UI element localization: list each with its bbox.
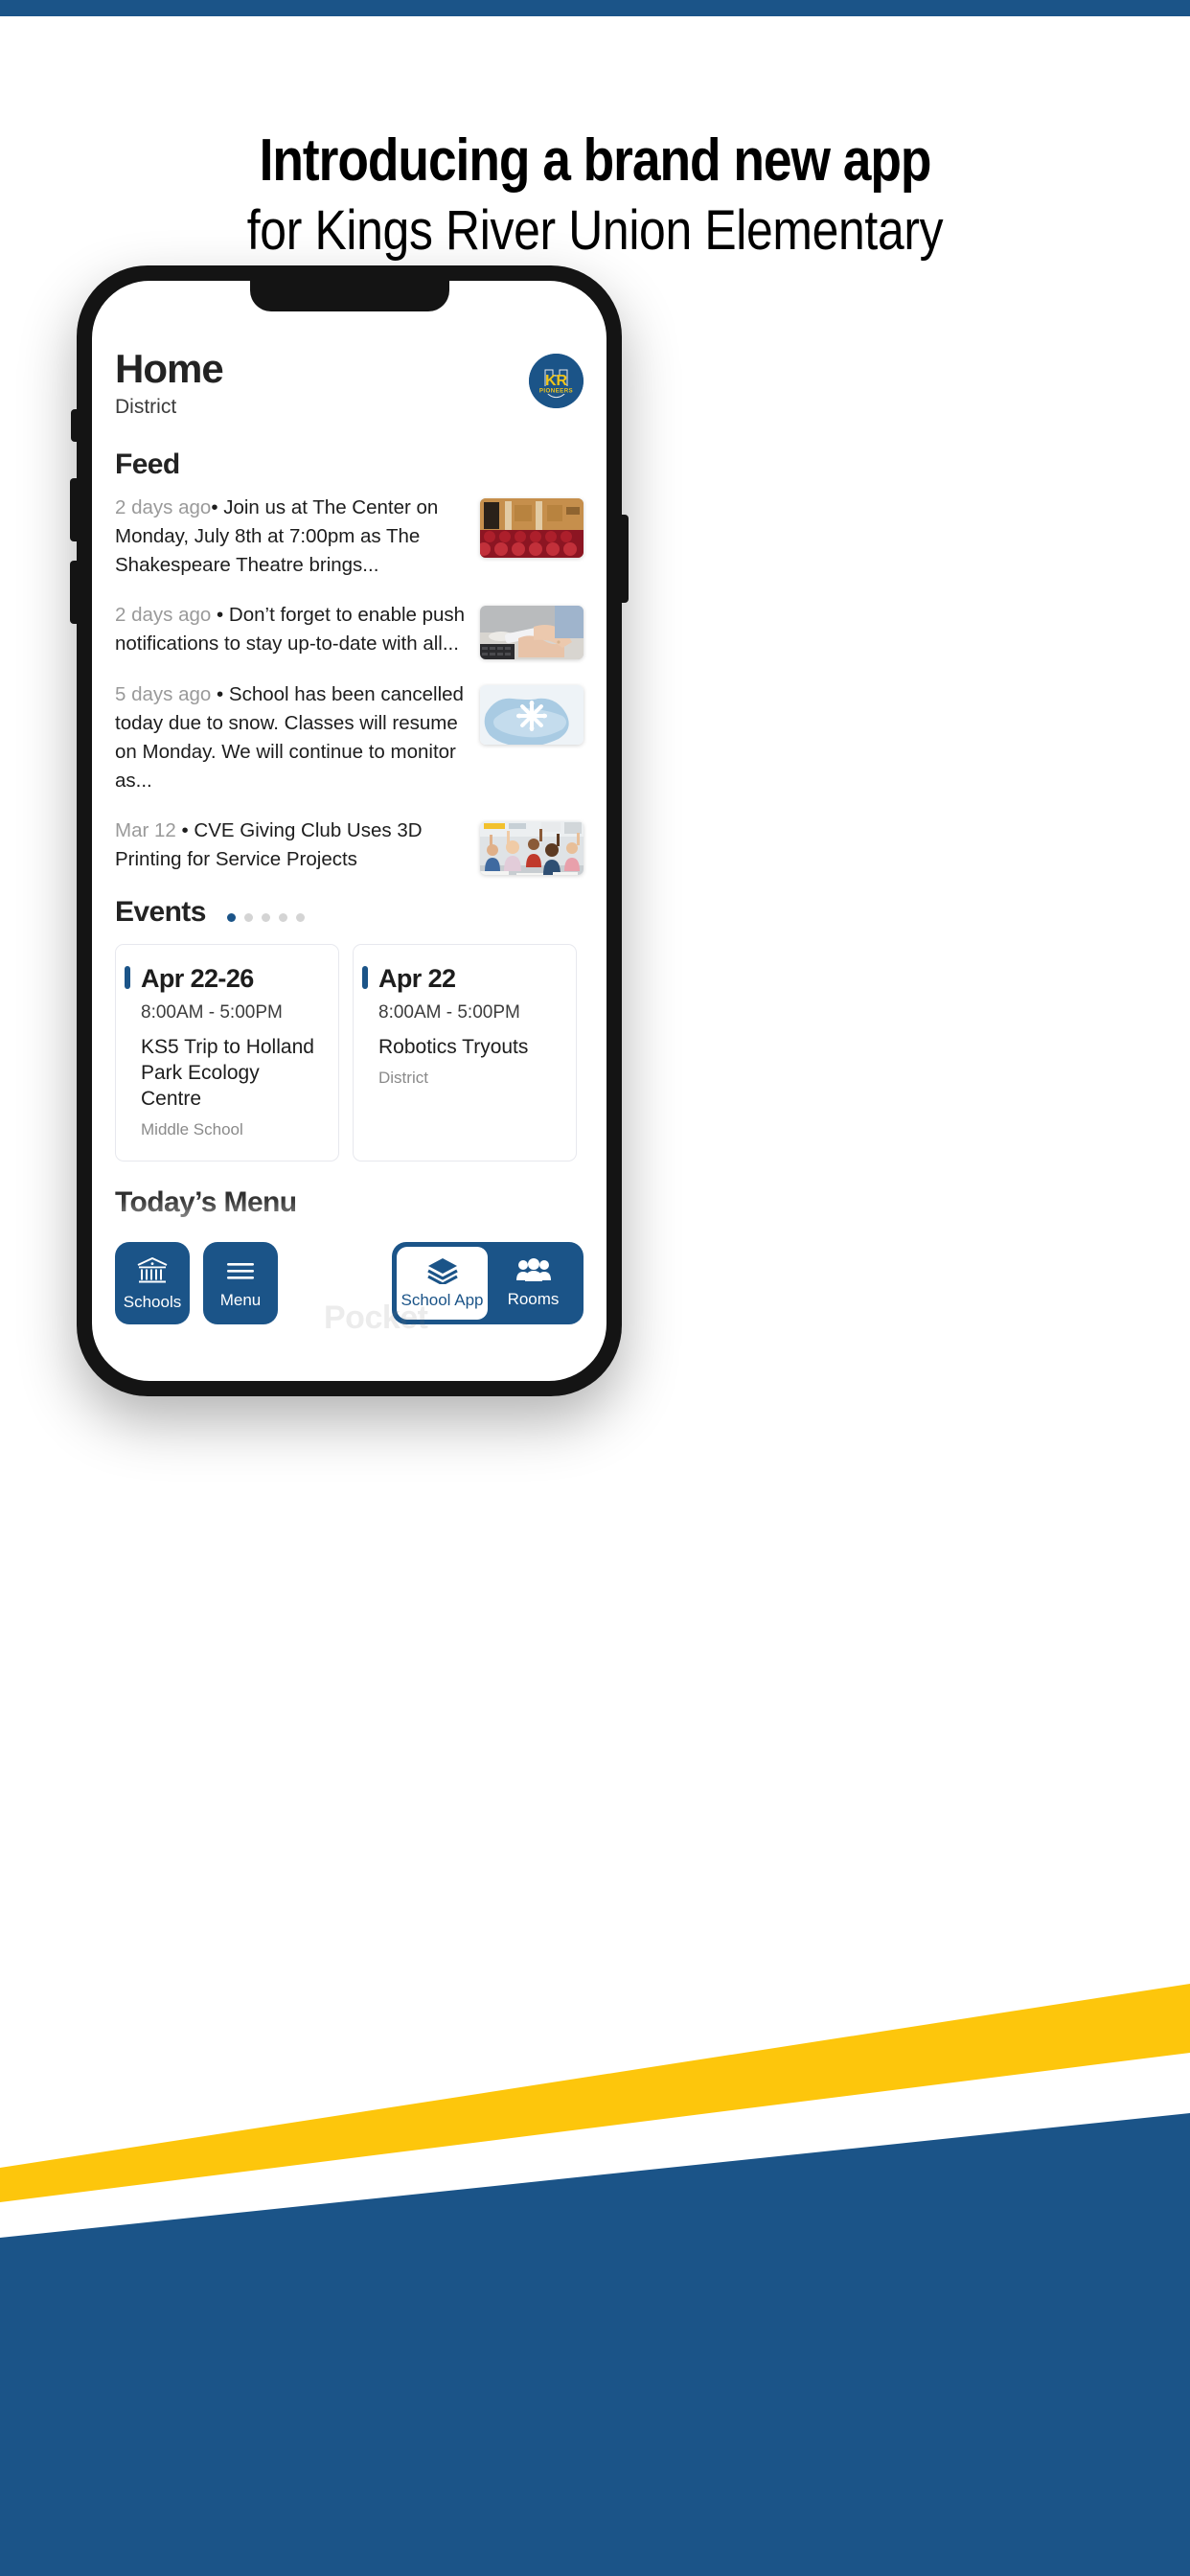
events-header: Events bbox=[115, 896, 584, 929]
nav-button-menu[interactable]: Menu bbox=[203, 1242, 278, 1324]
event-time: 8:00AM - 5:00PM bbox=[141, 1002, 283, 1023]
phone-power-button[interactable] bbox=[621, 515, 629, 603]
phone-mockup: Pocket Home District KR PIONEERS Feed 2 … bbox=[70, 265, 629, 1396]
page-subtitle: District bbox=[115, 396, 177, 418]
phone-volume-down-button[interactable] bbox=[70, 561, 78, 624]
pagination-dot[interactable] bbox=[261, 912, 270, 922]
page-title: Home bbox=[115, 346, 224, 391]
nav-label: Menu bbox=[219, 1290, 262, 1309]
top-accent-bar bbox=[0, 0, 1190, 16]
events-carousel[interactable]: Apr 22-26 8:00AM - 5:00PM KS5 Trip to Ho… bbox=[115, 944, 584, 1162]
promo-headline: Introducing a brand new app for Kings Ri… bbox=[0, 126, 1190, 266]
event-name: Robotics Tryouts bbox=[378, 1036, 529, 1058]
app-content: Home District KR PIONEERS Feed 2 days ag… bbox=[92, 281, 606, 1381]
feed-item-timestamp: Mar 12 bbox=[115, 819, 176, 841]
feed-item-timestamp: 5 days ago bbox=[115, 683, 212, 705]
event-date: Apr 22 bbox=[378, 964, 456, 993]
feed-item-timestamp: 2 days ago bbox=[115, 496, 212, 518]
events-pagination[interactable] bbox=[226, 904, 305, 922]
layers-stack-icon bbox=[426, 1258, 458, 1284]
events-section-title: Events bbox=[115, 896, 206, 928]
feed-item-separator: • bbox=[181, 819, 189, 841]
school-logo-avatar[interactable]: KR PIONEERS bbox=[529, 354, 584, 408]
hands-holding-phone-photo bbox=[480, 606, 584, 659]
kr-pioneers-logo-icon: KR PIONEERS bbox=[529, 354, 584, 408]
todays-menu-title: Today’s Menu bbox=[115, 1186, 584, 1219]
feed-item-text: 2 days ago • Don’t forget to enable push… bbox=[115, 601, 467, 658]
feed-item[interactable]: 5 days ago • School has been cancelled t… bbox=[115, 680, 584, 795]
headline-line-2: for Kings River Union Elementary bbox=[246, 199, 944, 262]
feed-item-thumbnail[interactable] bbox=[480, 606, 584, 659]
feed-item[interactable]: Mar 12 • CVE Giving Club Uses 3D Printin… bbox=[115, 816, 584, 875]
phone-notch bbox=[249, 281, 449, 311]
nav-label: Rooms bbox=[507, 1290, 560, 1308]
hamburger-menu-icon bbox=[227, 1262, 254, 1279]
phone-screen: Pocket Home District KR PIONEERS Feed 2 … bbox=[92, 281, 606, 1381]
phone-volume-up-button[interactable] bbox=[70, 478, 78, 541]
event-card[interactable]: Apr 22 8:00AM - 5:00PM Robotics Tryouts … bbox=[353, 944, 577, 1162]
event-name: KS5 Trip to Holland Park Ecology Centre bbox=[141, 1036, 314, 1110]
classroom-students-photo bbox=[480, 821, 584, 875]
promo-page: Introducing a brand new app for Kings Ri… bbox=[0, 0, 1190, 2576]
pagination-dot[interactable] bbox=[278, 912, 287, 922]
event-date: Apr 22-26 bbox=[141, 964, 254, 993]
feed-item-thumbnail[interactable] bbox=[480, 821, 584, 875]
theatre-auditorium-photo bbox=[480, 498, 584, 558]
snowflake-mittens-photo bbox=[480, 685, 584, 745]
feed-item-timestamp: 2 days ago bbox=[115, 604, 212, 626]
event-card[interactable]: Apr 22-26 8:00AM - 5:00PM KS5 Trip to Ho… bbox=[115, 944, 339, 1162]
background-watermark: Pocket bbox=[324, 1300, 428, 1336]
feed-item-text: Mar 12 • CVE Giving Club Uses 3D Printin… bbox=[115, 816, 467, 874]
feed-item-separator: • bbox=[217, 604, 224, 626]
feed-section-title: Feed bbox=[115, 448, 180, 480]
feed-item-separator: • bbox=[217, 683, 224, 705]
feed-item-text: 5 days ago • School has been cancelled t… bbox=[115, 680, 467, 795]
nav-button-rooms[interactable]: Rooms bbox=[488, 1247, 579, 1320]
svg-text:PIONEERS: PIONEERS bbox=[539, 388, 573, 395]
app-header-titles: Home District bbox=[115, 346, 224, 420]
feed-list: 2 days ago• Join us at The Center on Mon… bbox=[115, 494, 584, 875]
feed-item-thumbnail[interactable] bbox=[480, 498, 584, 558]
event-accent-bar bbox=[362, 966, 368, 989]
feed-item-separator: • bbox=[211, 496, 218, 518]
headline-line-1: Introducing a brand new app bbox=[259, 127, 932, 194]
phone-mute-switch[interactable] bbox=[71, 409, 78, 442]
pagination-dot[interactable] bbox=[226, 912, 236, 922]
nav-left-group: Schools Menu bbox=[115, 1242, 278, 1324]
event-location: District bbox=[378, 1069, 428, 1087]
feed-item-thumbnail[interactable] bbox=[480, 685, 584, 745]
app-header: Home District KR PIONEERS bbox=[115, 346, 584, 420]
nav-label: Schools bbox=[123, 1292, 182, 1311]
feed-item-text: 2 days ago• Join us at The Center on Mon… bbox=[115, 494, 467, 580]
people-group-icon bbox=[515, 1258, 551, 1281]
nav-button-schools[interactable]: Schools bbox=[115, 1242, 190, 1324]
pagination-dot[interactable] bbox=[295, 912, 305, 922]
phone-frame: Pocket Home District KR PIONEERS Feed 2 … bbox=[70, 265, 629, 1396]
event-time: 8:00AM - 5:00PM bbox=[378, 1002, 520, 1023]
event-accent-bar bbox=[125, 966, 130, 989]
feed-item[interactable]: 2 days ago• Join us at The Center on Mon… bbox=[115, 494, 584, 580]
event-location: Middle School bbox=[141, 1120, 243, 1138]
pagination-dot[interactable] bbox=[243, 912, 253, 922]
bank-columns-icon bbox=[137, 1256, 168, 1282]
feed-item[interactable]: 2 days ago • Don’t forget to enable push… bbox=[115, 601, 584, 659]
